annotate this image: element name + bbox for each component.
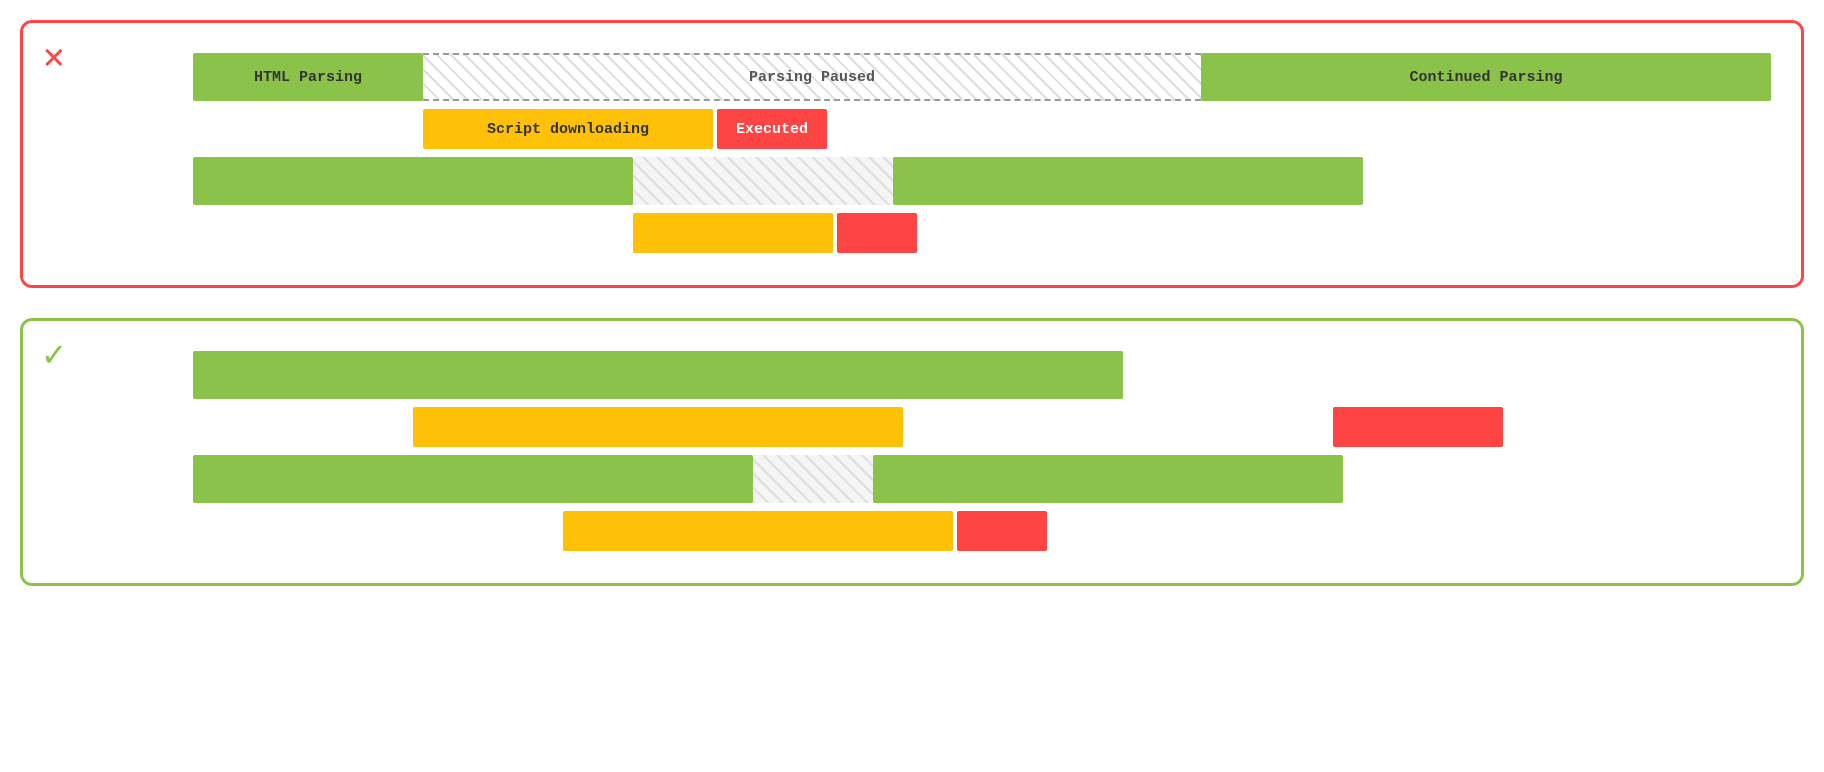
bad-small-red	[837, 213, 917, 253]
bad-label-row: Script downloading Executed	[423, 107, 1771, 151]
bad-row3	[633, 211, 1771, 255]
good-diagram-container: ✓	[20, 318, 1804, 586]
bad-row1: HTML Parsing Parsing Paused Continued Pa…	[193, 53, 1771, 101]
good-long-green	[193, 351, 1123, 399]
good-row3	[563, 509, 1771, 553]
good-diagram	[193, 351, 1771, 553]
executed-bar: Executed	[717, 109, 827, 149]
good-small-orange	[563, 511, 953, 551]
good-small-red	[957, 511, 1047, 551]
continued-parsing-bar: Continued Parsing	[1201, 53, 1771, 101]
html-parsing-bar: HTML Parsing	[193, 53, 423, 101]
bad-icon: ✕	[43, 41, 65, 77]
bad-green-bar2	[893, 157, 1363, 205]
good-red-label	[1333, 407, 1503, 447]
good-green-bar-b	[873, 455, 1343, 503]
bad-green-bar1	[193, 157, 633, 205]
bad-hatch-gap	[633, 157, 893, 205]
bad-diagram: HTML Parsing Parsing Paused Continued Pa…	[193, 53, 1771, 255]
good-green-bar-a	[193, 455, 753, 503]
good-orange-label	[413, 407, 903, 447]
good-icon: ✓	[43, 339, 65, 375]
script-downloading-bar: Script downloading	[423, 109, 713, 149]
good-hatch-gap	[753, 455, 873, 503]
parsing-paused-bar: Parsing Paused	[423, 53, 1201, 101]
parsing-paused-label: Parsing Paused	[749, 69, 875, 86]
bad-small-orange	[633, 213, 833, 253]
good-label-row	[413, 405, 1771, 449]
bad-diagram-container: ✕ HTML Parsing Parsing Paused Continued …	[20, 20, 1804, 288]
good-row1	[193, 351, 1771, 399]
good-row2	[193, 455, 1771, 503]
bad-row2	[193, 157, 1771, 205]
